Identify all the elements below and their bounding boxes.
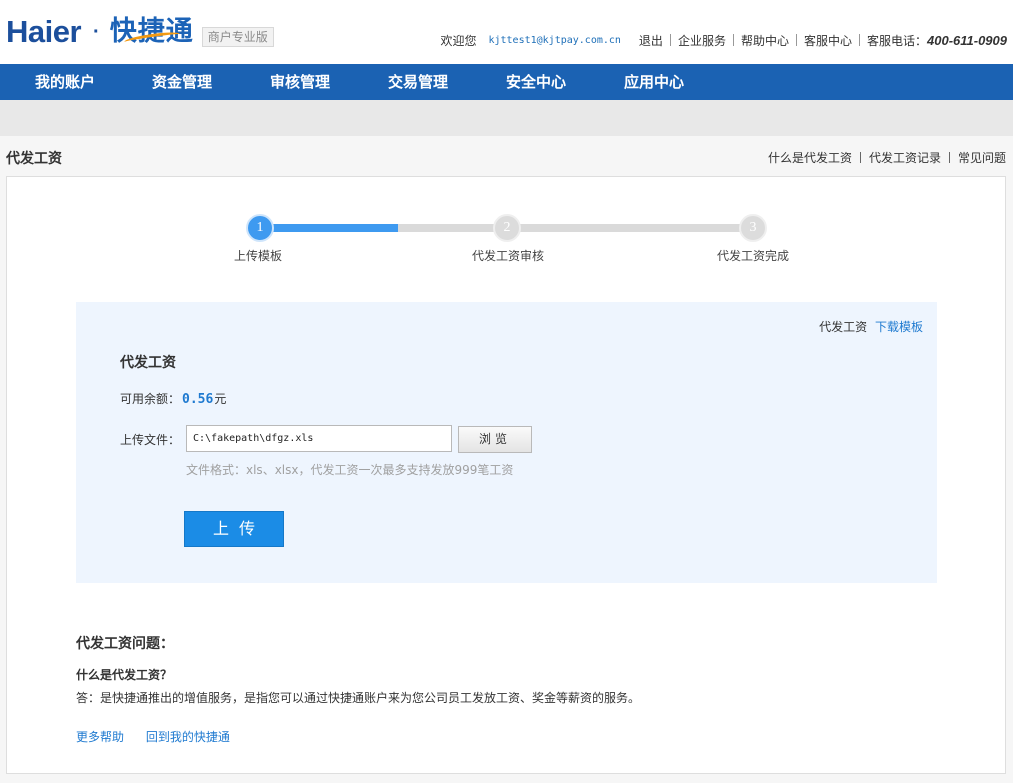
balance-label: 可用余额： <box>120 392 181 406</box>
balance-amount: 0.56 <box>182 392 214 407</box>
title-links: 什么是代发工资 代发工资记录 常见问题 <box>768 149 1006 166</box>
divider <box>948 152 950 163</box>
faq-answer: 答：是快捷通推出的增值服务，是指您可以通过快捷通账户来为您公司员工发放工资、奖金… <box>76 691 641 705</box>
edition-tag: 商户专业版 <box>201 27 274 47</box>
faq-link[interactable]: 常见问题 <box>958 149 1006 166</box>
faq-links: 更多帮助 回到我的快捷通 <box>76 728 248 745</box>
download-template-area: 代发工资 下载模板 <box>819 318 923 335</box>
payroll-records-link[interactable]: 代发工资记录 <box>869 149 941 166</box>
faq-question: 什么是代发工资？ <box>76 668 173 682</box>
page-title-bar: 代发工资 什么是代发工资 代发工资记录 常见问题 <box>0 136 1013 176</box>
nav-fund-management[interactable]: 资金管理 <box>152 64 212 100</box>
sub-nav-bar <box>0 100 1013 136</box>
upload-panel: 代发工资 下载模板 代发工资 可用余额： 0.56元 上传文件： C:\fakep… <box>76 302 937 583</box>
step-2-circle: 2 <box>493 214 521 242</box>
main-nav: 我的账户 资金管理 审核管理 交易管理 安全中心 应用中心 <box>0 64 1013 100</box>
user-email[interactable]: kjttest1@kjtpay.com.cn <box>488 35 620 46</box>
step-1-label: 上传模板 <box>233 249 283 263</box>
nav-security-center[interactable]: 安全中心 <box>506 64 566 100</box>
customer-service-link[interactable]: 客服中心 <box>804 32 852 49</box>
enterprise-services-link[interactable]: 企业服务 <box>678 32 726 49</box>
site-header: Haier · 快捷通 商户专业版 欢迎您 kjttest1@kjtpay.co… <box>0 0 1013 64</box>
phone-label: 客服电话： <box>866 33 927 48</box>
upload-button[interactable]: 上传 <box>184 511 284 547</box>
service-phone: 400-611-0909 <box>927 32 1007 48</box>
logout-link[interactable]: 退出 <box>639 32 663 49</box>
divider <box>669 34 671 46</box>
divider <box>732 34 734 46</box>
nav-my-account[interactable]: 我的账户 <box>35 64 95 100</box>
nav-trade-management[interactable]: 交易管理 <box>388 64 448 100</box>
faq-title: 代发工资问题： <box>76 636 174 652</box>
step-3-circle: 3 <box>739 214 767 242</box>
main-panel: 1 2 3 上传模板 代发工资审核 代发工资完成 代发工资 下载模板 代发工资 … <box>6 176 1006 774</box>
divider <box>859 152 861 163</box>
available-balance: 可用余额： 0.56元 <box>120 390 226 407</box>
logo-dot: · <box>93 21 100 43</box>
upload-title: 代发工资 <box>120 355 176 371</box>
page-title: 代发工资 <box>6 151 62 167</box>
download-prefix: 代发工资 <box>819 320 868 334</box>
more-help-link[interactable]: 更多帮助 <box>76 730 124 744</box>
what-is-payroll-link[interactable]: 什么是代发工资 <box>768 149 852 166</box>
step-3-label: 代发工资完成 <box>716 249 790 263</box>
logo-brand-label: 快捷通 <box>109 16 194 47</box>
brand-logo[interactable]: Haier · 快捷通 商户专业版 <box>6 14 274 50</box>
step-progress-fill <box>260 224 398 232</box>
logo-brand-text: 快捷通 <box>110 14 194 50</box>
nav-app-center[interactable]: 应用中心 <box>624 64 684 100</box>
download-template-link[interactable]: 下载模板 <box>875 320 923 334</box>
top-links: 欢迎您 kjttest1@kjtpay.com.cn 退出 企业服务 帮助中心 … <box>440 32 1007 48</box>
browse-button[interactable]: 浏览 <box>458 426 532 453</box>
logo-haier-text: Haier <box>6 14 82 49</box>
step-2-label: 代发工资审核 <box>471 249 545 263</box>
step-1-circle: 1 <box>246 214 274 242</box>
file-label: 上传文件： <box>120 433 181 447</box>
divider <box>858 34 860 46</box>
back-to-home-link[interactable]: 回到我的快捷通 <box>146 730 230 744</box>
balance-unit: 元 <box>214 392 227 406</box>
welcome-text: 欢迎您 <box>440 33 477 48</box>
divider <box>795 34 797 46</box>
nav-audit-management[interactable]: 审核管理 <box>270 64 330 100</box>
file-path-input[interactable]: C:\fakepath\dfgz.xls <box>186 425 452 452</box>
file-format-hint: 文件格式：xls、xlsx，代发工资一次最多支持发放999笔工资 <box>186 463 514 477</box>
help-center-link[interactable]: 帮助中心 <box>741 32 789 49</box>
